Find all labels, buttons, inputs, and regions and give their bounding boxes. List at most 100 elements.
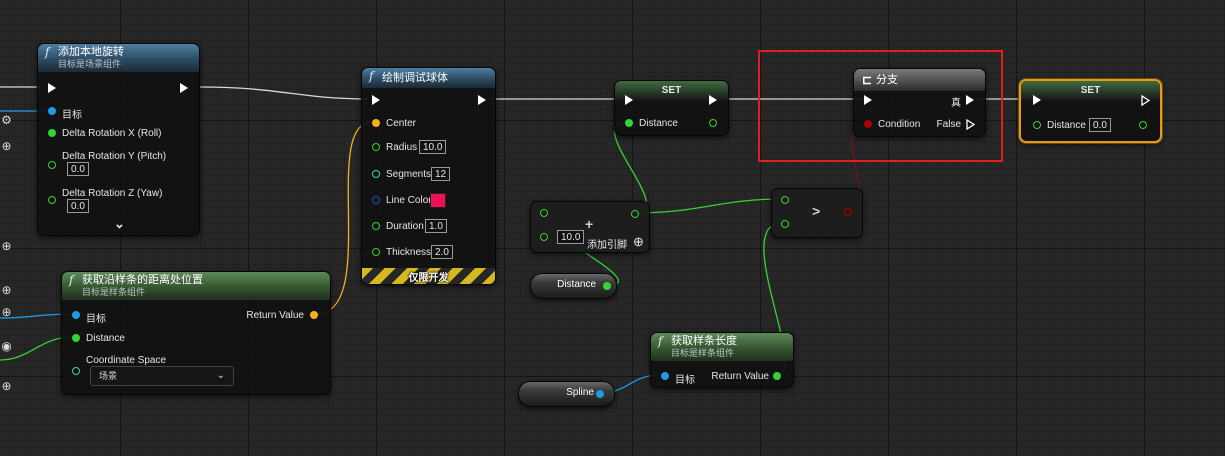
exec-in-pin[interactable] <box>864 95 872 105</box>
eye-icon[interactable]: ◉ <box>0 340 13 353</box>
duration-value-field[interactable]: 1.0 <box>425 219 447 233</box>
distance-getter-node[interactable]: Distance <box>530 273 617 299</box>
get-location-along-spline-node[interactable]: f 获取沿样条的距离处位置 目标是样条组件 目标 Return Value Di… <box>61 271 331 395</box>
variable-label: Distance <box>557 279 596 290</box>
distance-value-field[interactable]: 0.0 <box>1089 118 1111 132</box>
line-color-pin[interactable] <box>372 196 380 204</box>
set-distance-node[interactable]: SET Distance <box>614 80 729 136</box>
set-distance-node-selected[interactable]: SET Distance 0.0 <box>1019 79 1162 143</box>
plus-circle-icon[interactable]: ⊕ <box>0 306 13 319</box>
add-local-rotation-node[interactable]: f 添加本地旋转 目标是场景组件 目标 Delta Rotation X (Ro… <box>37 43 200 236</box>
gear-icon[interactable]: ⚙ <box>0 114 13 127</box>
float-wire <box>633 198 783 214</box>
node-header[interactable]: f 获取沿样条的距离处位置 目标是样条组件 <box>62 272 330 300</box>
b-input-pin[interactable] <box>540 233 548 241</box>
bool-out-pin[interactable] <box>844 208 852 216</box>
distance-pin[interactable] <box>72 334 80 342</box>
get-spline-length-node[interactable]: f 获取样条长度 目标是样条组件 目标 Return Value <box>650 332 794 388</box>
exec-in-pin[interactable] <box>1033 95 1041 105</box>
segments-value-field[interactable]: 12 <box>431 167 451 181</box>
greater-than-node[interactable]: > <box>771 188 863 238</box>
true-label: 真 <box>951 98 961 109</box>
exec-in-pin[interactable] <box>372 95 380 105</box>
pitch-pin[interactable] <box>48 161 56 169</box>
distance-out-pin[interactable] <box>1139 121 1147 129</box>
distance-in-pin[interactable] <box>1033 121 1041 129</box>
function-icon: f <box>369 69 374 83</box>
add-pin-label[interactable]: 添加引脚 <box>587 236 627 251</box>
distance-label: Distance <box>639 118 678 129</box>
yaw-label: Delta Rotation Z (Yaw) <box>62 188 163 199</box>
add-operator: + <box>585 216 594 232</box>
result-out-pin[interactable] <box>631 210 639 218</box>
yaw-pin[interactable] <box>48 196 56 204</box>
exec-out-pin[interactable] <box>709 95 717 105</box>
draw-debug-sphere-node[interactable]: f 绘制调试球体 Center Radius 10.0 Segments 12 … <box>361 67 496 285</box>
plus-circle-icon[interactable]: ⊕ <box>0 240 13 253</box>
plus-circle-icon[interactable]: ⊕ <box>0 380 13 393</box>
coordinate-space-pin[interactable] <box>72 367 80 375</box>
condition-pin[interactable] <box>864 120 872 128</box>
return-value-pin[interactable] <box>310 311 318 319</box>
exec-out-pin[interactable] <box>478 95 486 105</box>
node-header[interactable]: f 添加本地旋转 目标是场景组件 <box>38 44 199 72</box>
distance-in-pin[interactable] <box>625 119 633 127</box>
coordinate-space-label: Coordinate Space <box>86 355 167 366</box>
line-color-swatch[interactable] <box>430 193 446 208</box>
node-title: 获取沿样条的距离处位置 <box>82 274 203 286</box>
exec-out-pin[interactable] <box>180 83 188 93</box>
exec-out-pin[interactable] <box>1141 95 1151 106</box>
radius-pin[interactable] <box>372 143 380 151</box>
function-icon: f <box>658 334 663 348</box>
a-input-pin[interactable] <box>540 209 548 217</box>
target-pin[interactable] <box>72 311 80 319</box>
distance-out-pin[interactable] <box>709 119 717 127</box>
coordinate-space-value: 场景 <box>99 371 118 381</box>
pitch-value-field[interactable]: 0.0 <box>67 162 89 176</box>
b-value-field[interactable]: 10.0 <box>557 230 585 244</box>
expand-chevron-icon[interactable]: ⌄ <box>114 216 125 232</box>
exec-in-pin[interactable] <box>48 83 56 93</box>
node-header[interactable]: ⊏ 分支 <box>854 69 985 91</box>
yaw-value-field[interactable]: 0.0 <box>67 199 89 213</box>
spline-getter-node[interactable]: Spline <box>518 381 615 407</box>
duration-pin[interactable] <box>372 222 380 230</box>
distance-label: Distance <box>1047 120 1086 131</box>
thickness-pin[interactable] <box>372 248 380 256</box>
distance-out-pin[interactable] <box>603 282 611 290</box>
branch-node[interactable]: ⊏ 分支 真 Condition False <box>853 68 986 137</box>
node-title: 绘制调试球体 <box>382 72 448 84</box>
thickness-label: Thickness <box>386 247 432 258</box>
add-float-node[interactable]: 10.0 + 添加引脚 ⊕ <box>530 201 650 253</box>
pitch-label: Delta Rotation Y (Pitch) <box>62 151 167 162</box>
segments-pin[interactable] <box>372 170 380 178</box>
true-exec-out-pin[interactable] <box>966 95 974 105</box>
a-input-pin[interactable] <box>781 196 789 204</box>
node-title[interactable]: SET <box>1021 81 1160 101</box>
return-value-pin[interactable] <box>773 372 781 380</box>
plus-circle-icon[interactable]: ⊕ <box>633 234 644 250</box>
target-pin[interactable] <box>661 372 669 380</box>
target-pin[interactable] <box>48 107 56 115</box>
return-value-label: Return Value <box>246 310 304 321</box>
plus-circle-icon[interactable]: ⊕ <box>0 140 13 153</box>
center-pin[interactable] <box>372 119 380 127</box>
node-header[interactable]: f 绘制调试球体 <box>362 68 495 88</box>
line-color-label: Line Color <box>386 195 432 206</box>
development-only-bar: 仅限开发 <box>362 268 495 284</box>
false-exec-out-pin[interactable] <box>966 119 976 130</box>
coordinate-space-dropdown[interactable]: 场景 ⌄ <box>90 366 234 386</box>
radius-value-field[interactable]: 10.0 <box>419 140 447 154</box>
development-only-label: 仅限开发 <box>408 273 449 284</box>
node-title: 获取样条长度 <box>671 335 737 347</box>
roll-pin[interactable] <box>48 129 56 137</box>
node-header[interactable]: f 获取样条长度 目标是样条组件 <box>651 333 793 361</box>
thickness-value-field[interactable]: 2.0 <box>431 245 453 259</box>
node-title: 添加本地旋转 <box>58 46 124 58</box>
plus-circle-icon[interactable]: ⊕ <box>0 284 13 297</box>
duration-label: Duration <box>386 221 424 232</box>
b-input-pin[interactable] <box>781 220 789 228</box>
spline-out-pin[interactable] <box>596 390 604 398</box>
target-label: 目标 <box>675 375 695 386</box>
exec-in-pin[interactable] <box>625 95 633 105</box>
